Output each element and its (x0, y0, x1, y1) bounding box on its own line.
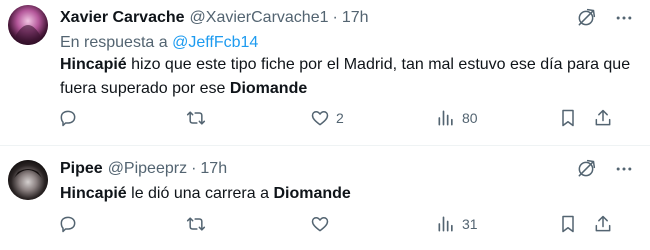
share-icon (595, 215, 611, 232)
separator-dot: · (191, 160, 197, 177)
bookmark-icon (562, 215, 574, 233)
author-name[interactable]: Xavier Carvache (60, 9, 185, 27)
timestamp[interactable]: 17h (342, 9, 369, 27)
tweet-text: Hincapié hizo que este tipo fiche por el… (60, 53, 635, 101)
tweet-header: Pipee @Pipeeprz · 17h (60, 160, 227, 178)
like-button[interactable] (310, 214, 336, 234)
tweet-top-actions (576, 159, 634, 179)
grok-icon[interactable] (576, 8, 596, 28)
views-icon (438, 216, 453, 232)
avatar-image (8, 160, 48, 200)
avatar[interactable] (8, 5, 48, 45)
bold-word: Diomande (229, 80, 308, 97)
reply-prefix: En respuesta a (60, 34, 168, 51)
views-icon (438, 110, 453, 126)
author-handle[interactable]: @XavierCarvache1 (190, 9, 329, 27)
views-button[interactable]: 31 (436, 214, 478, 234)
like-count: 2 (336, 110, 344, 126)
reply-mention-link[interactable]: @JeffFcb14 (172, 34, 258, 51)
view-count: 80 (462, 110, 478, 126)
tweet-actions: 2 80 (58, 108, 636, 132)
share-button[interactable] (593, 108, 613, 128)
reply-icon (60, 216, 76, 233)
views-button[interactable]: 80 (436, 108, 478, 128)
bookmark-icon (562, 109, 574, 127)
like-button[interactable]: 2 (310, 108, 344, 128)
tweet-header: Xavier Carvache @XavierCarvache1 · 17h (60, 9, 369, 27)
tweet-text: Hincapié le dió una carrera a Diomande (60, 182, 635, 206)
bold-word: Hincapié (60, 185, 127, 202)
bookmark-button[interactable] (558, 108, 578, 128)
reply-icon (60, 110, 76, 127)
text-segment: hizo que este tipo fiche por el Madrid, … (60, 56, 631, 97)
timestamp[interactable]: 17h (200, 160, 227, 178)
reply-button[interactable] (58, 108, 84, 128)
bold-word: Hincapié (60, 56, 127, 73)
reply-button[interactable] (58, 214, 84, 234)
separator-dot: · (332, 9, 338, 26)
author-name[interactable]: Pipee (60, 160, 103, 178)
retweet-icon (186, 217, 206, 231)
avatar[interactable] (8, 160, 48, 200)
like-icon (311, 217, 329, 232)
share-button[interactable] (593, 214, 613, 234)
tweet-1[interactable]: Xavier Carvache @XavierCarvache1 · 17h E… (0, 0, 650, 146)
more-icon[interactable] (614, 8, 634, 28)
bookmark-button[interactable] (558, 214, 578, 234)
tweet-top-actions (576, 8, 634, 28)
tweet-actions: 31 (58, 214, 636, 238)
share-icon (595, 109, 611, 126)
avatar-image (8, 5, 48, 45)
bold-word: Diomande (273, 185, 351, 202)
reply-context: En respuesta a @JeffFcb14 (60, 34, 258, 52)
author-handle[interactable]: @Pipeeprz (108, 160, 187, 178)
like-icon (311, 111, 329, 126)
tweet-2[interactable]: Pipee @Pipeeprz · 17h Hincapié le dió un… (0, 146, 650, 250)
text-segment: le dió una carrera a (126, 185, 274, 202)
retweet-button[interactable] (186, 108, 212, 128)
view-count: 31 (462, 216, 478, 232)
grok-icon[interactable] (576, 159, 596, 179)
more-icon[interactable] (614, 159, 634, 179)
retweet-icon (186, 111, 206, 125)
retweet-button[interactable] (186, 214, 212, 234)
